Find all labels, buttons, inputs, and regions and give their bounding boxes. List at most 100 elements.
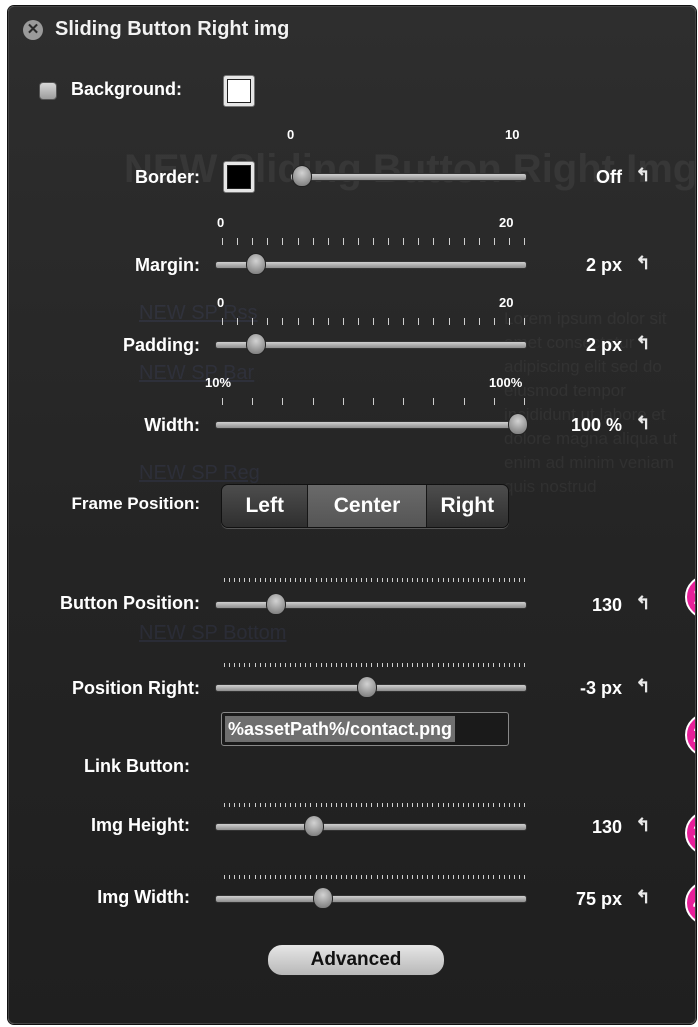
- tick-mark: [478, 578, 480, 582]
- tick-mark: [259, 803, 261, 807]
- frame-position-right-button[interactable]: Right: [426, 485, 508, 527]
- button-position-slider-knob[interactable]: [266, 593, 287, 615]
- border-reset-icon[interactable]: ↰: [633, 165, 653, 186]
- tick-mark: [351, 875, 353, 879]
- img-height-label: Img Height:: [91, 815, 190, 835]
- tick-mark: [524, 238, 525, 245]
- tick-mark: [483, 663, 485, 667]
- tick-mark: [432, 803, 434, 807]
- padding-slider-knob[interactable]: [246, 333, 267, 355]
- tick-mark: [269, 875, 271, 879]
- tick-mark: [320, 663, 322, 667]
- tick-mark: [493, 875, 495, 879]
- tick-mark: [457, 578, 459, 582]
- margin-reset-icon[interactable]: ↰: [633, 253, 653, 274]
- tick-mark: [310, 578, 312, 582]
- button-position-slider-track[interactable]: [215, 601, 527, 609]
- tick-mark: [483, 803, 485, 807]
- callout-badge-4: 4: [685, 881, 695, 925]
- tick-mark: [285, 663, 287, 667]
- tick-mark: [254, 578, 256, 582]
- tick-mark: [448, 238, 450, 245]
- tick-mark: [376, 803, 378, 807]
- tick-mark: [290, 663, 292, 667]
- background-checkbox[interactable]: [39, 82, 57, 100]
- tick-mark: [244, 663, 246, 667]
- img-height-reset-icon[interactable]: ↰: [633, 815, 653, 836]
- position-right-slider-knob[interactable]: [356, 676, 377, 698]
- tick-mark: [427, 578, 429, 582]
- close-icon[interactable]: ✕: [23, 20, 43, 40]
- img-width-reset-icon[interactable]: ↰: [633, 887, 653, 908]
- tick-mark: [401, 875, 403, 879]
- tick-mark: [335, 803, 337, 807]
- tick-mark: [433, 398, 435, 405]
- frame-position-center-button[interactable]: Center: [308, 485, 427, 527]
- padding-reset-icon[interactable]: ↰: [633, 333, 653, 354]
- tick-mark: [310, 663, 312, 667]
- tick-mark: [407, 663, 409, 667]
- img-width-slider-knob[interactable]: [313, 887, 334, 909]
- tick-mark: [224, 663, 225, 667]
- tick-mark: [346, 578, 348, 582]
- tick-mark: [473, 578, 475, 582]
- tick-mark: [264, 663, 266, 667]
- tick-mark: [493, 238, 495, 245]
- width-reset-icon[interactable]: ↰: [633, 413, 653, 434]
- border-slider-knob[interactable]: [292, 165, 312, 187]
- tick-mark: [403, 238, 405, 245]
- tick-mark: [508, 803, 510, 807]
- tick-mark: [300, 803, 302, 807]
- tick-mark: [488, 803, 490, 807]
- border-label: Border:: [134, 167, 200, 187]
- border-color-swatch[interactable]: [223, 161, 255, 193]
- tick-mark: [488, 663, 490, 667]
- tick-mark: [342, 398, 344, 405]
- tick-mark: [462, 803, 464, 807]
- position-right-reset-icon[interactable]: ↰: [633, 676, 653, 697]
- tick-mark: [356, 663, 358, 667]
- width-slider-track[interactable]: [215, 421, 527, 429]
- img-height-tick-marks: [224, 803, 525, 810]
- tick-mark: [417, 875, 419, 879]
- tick-mark: [312, 318, 314, 325]
- tick-mark: [229, 875, 231, 879]
- tick-mark: [356, 803, 358, 807]
- width-label: Width:: [144, 415, 200, 435]
- tick-mark: [463, 238, 465, 245]
- tick-mark: [452, 663, 454, 667]
- advanced-button[interactable]: Advanced: [267, 944, 445, 976]
- tick-mark: [290, 875, 292, 879]
- tick-mark: [356, 875, 358, 879]
- tick-mark: [237, 318, 239, 325]
- tick-mark: [342, 238, 344, 245]
- tick-mark: [391, 663, 393, 667]
- background-color-swatch[interactable]: [223, 75, 255, 107]
- margin-slider-knob[interactable]: [246, 253, 267, 275]
- button-position-reset-icon[interactable]: ↰: [633, 593, 653, 614]
- tick-mark: [254, 875, 256, 879]
- border-slider-track[interactable]: [290, 173, 527, 181]
- img-height-slider-track[interactable]: [215, 823, 527, 831]
- tick-mark: [237, 238, 239, 245]
- tick-mark: [351, 578, 353, 582]
- tick-mark: [518, 578, 520, 582]
- img-height-slider-knob[interactable]: [304, 815, 325, 837]
- title-bar: ✕ Sliding Button Right img: [9, 7, 695, 53]
- tick-mark: [285, 578, 287, 582]
- tick-mark: [274, 578, 276, 582]
- tick-mark: [457, 663, 459, 667]
- tick-mark: [356, 578, 358, 582]
- link-button-input[interactable]: %assetPath%/contact.png: [221, 712, 509, 746]
- frame-position-left-button[interactable]: Left: [222, 485, 309, 527]
- tick-mark: [267, 318, 269, 325]
- tick-mark: [254, 663, 256, 667]
- tick-mark: [518, 803, 520, 807]
- tick-mark: [503, 803, 505, 807]
- img-width-slider-track[interactable]: [215, 895, 527, 903]
- tick-mark: [327, 318, 329, 325]
- margin-max-label: 20: [499, 215, 514, 230]
- tick-mark: [234, 875, 236, 879]
- tick-mark: [493, 663, 495, 667]
- button-position-label: Button Position:: [60, 593, 200, 613]
